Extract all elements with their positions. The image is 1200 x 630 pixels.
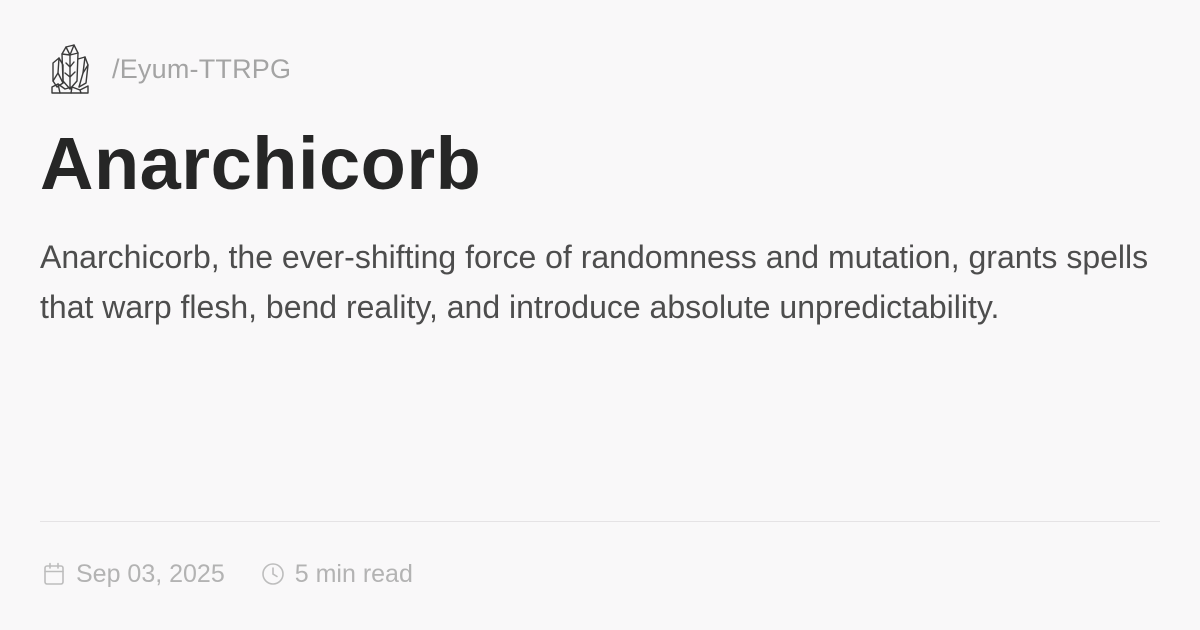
page-title: Anarchicorb	[40, 122, 482, 205]
crystal-cluster-icon[interactable]	[44, 40, 96, 98]
post-date-text: Sep 03, 2025	[76, 559, 225, 588]
site-name-link[interactable]: /Eyum-TTRPG	[112, 54, 291, 85]
read-time: 5 min read	[261, 560, 413, 589]
read-time-text: 5 min read	[294, 559, 413, 588]
divider	[40, 521, 1160, 522]
clock-icon	[261, 561, 285, 587]
post-date: Sep 03, 2025	[42, 560, 225, 589]
post-meta: Sep 03, 2025 5 min read	[42, 556, 413, 592]
calendar-icon	[42, 561, 66, 587]
site-header: /Eyum-TTRPG	[44, 40, 291, 98]
page-description: Anarchicorb, the ever-shifting force of …	[40, 239, 1149, 325]
